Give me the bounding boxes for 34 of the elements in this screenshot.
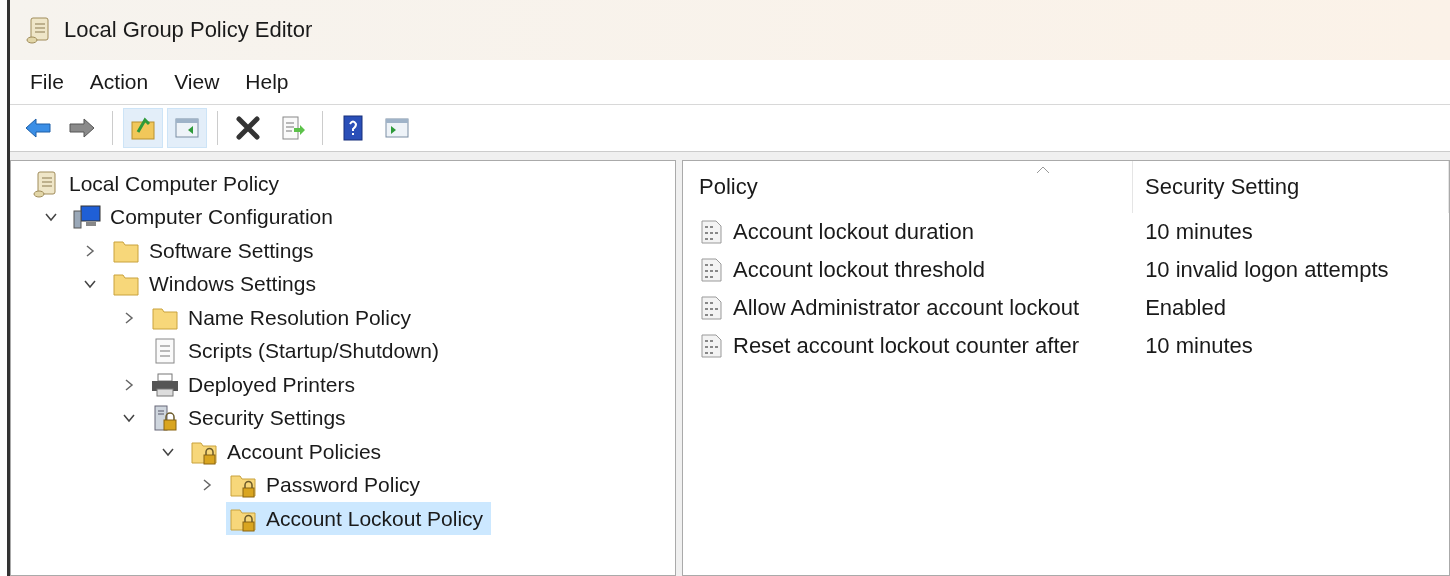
- tree-item[interactable]: Windows Settings: [109, 267, 324, 301]
- window-title: Local Group Policy Editor: [64, 17, 313, 43]
- tree-item[interactable]: Account Policies: [187, 435, 390, 469]
- menu-item[interactable]: View: [164, 66, 230, 98]
- tree-item[interactable]: Name Resolution Policy: [148, 301, 419, 335]
- tree-item[interactable]: Deployed Printers: [148, 368, 363, 402]
- policy-name: Reset account lockout counter after: [683, 333, 1134, 359]
- setting-value: 10 invalid logon attempts: [1144, 257, 1390, 283]
- setting-value: 10 minutes: [1144, 333, 1254, 359]
- tree-item[interactable]: Local Computer Policy: [29, 167, 288, 201]
- column-header[interactable]: Security Setting: [1133, 161, 1449, 213]
- tree-item[interactable]: Password Policy: [226, 468, 429, 502]
- binary-policy-icon: [699, 257, 725, 283]
- policy-name: Account lockout duration: [683, 219, 1134, 245]
- sort-caret-icon: [1035, 165, 1051, 175]
- setting-value: Enabled: [1144, 295, 1227, 321]
- tree-item[interactable]: Scripts (Startup/Shutdown): [148, 334, 447, 368]
- tree-item[interactable]: Account Lockout Policy: [226, 502, 492, 536]
- column-header[interactable]: Policy: [683, 161, 1134, 213]
- menu-item[interactable]: Help: [235, 66, 299, 98]
- binary-policy-icon: [699, 219, 725, 245]
- menu-item[interactable]: File: [20, 66, 74, 98]
- binary-policy-icon: [699, 333, 725, 359]
- tree-item[interactable]: Computer Configuration: [70, 200, 341, 234]
- tree-item[interactable]: Security Settings: [148, 401, 354, 435]
- computer-icon: [72, 203, 102, 232]
- delete-icon: [234, 114, 262, 142]
- policy-name: Allow Administrator account lockout: [683, 295, 1134, 321]
- menu-item[interactable]: Action: [79, 66, 159, 98]
- tree-item[interactable]: Software Settings: [109, 234, 322, 268]
- policy-name: Account lockout threshold: [683, 257, 1134, 283]
- binary-policy-icon: [699, 295, 725, 321]
- setting-value: 10 minutes: [1144, 219, 1254, 245]
- printer-icon: [150, 370, 180, 399]
